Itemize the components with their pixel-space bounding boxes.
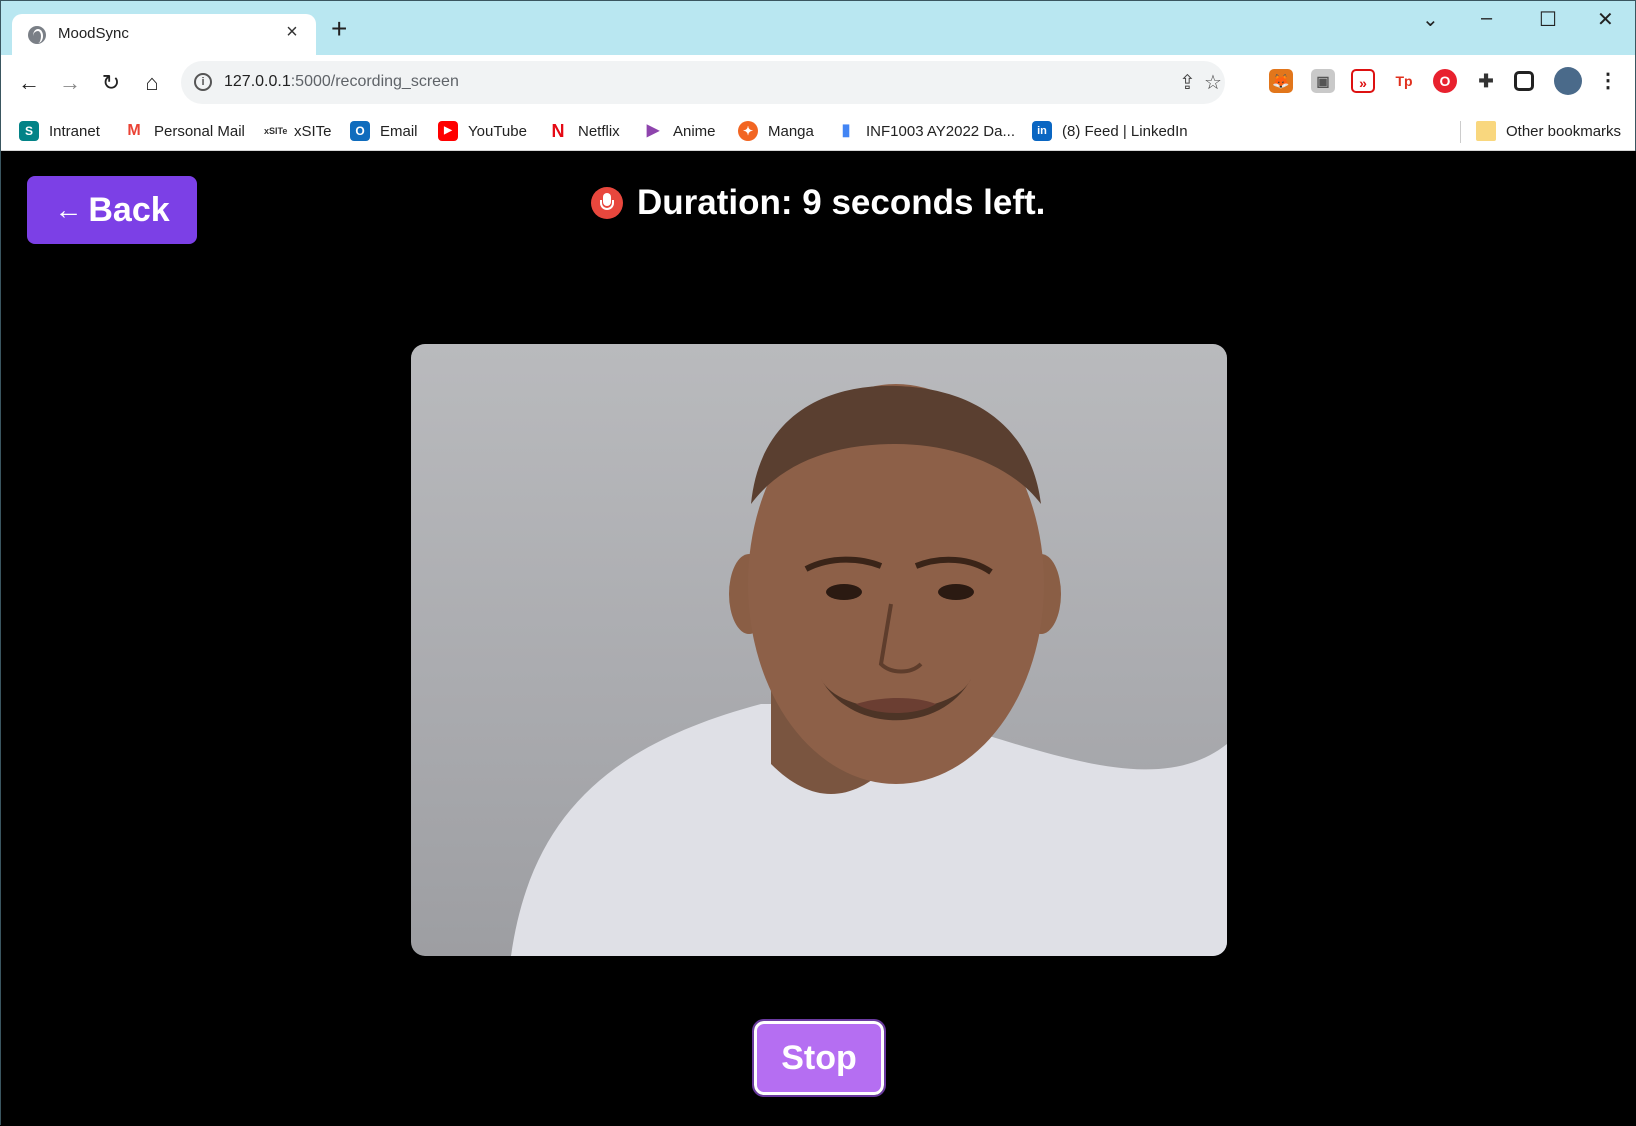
bookmark-netflix[interactable]: N Netflix [548, 119, 620, 143]
reload-icon[interactable]: ↻ [95, 67, 127, 99]
share-icon[interactable]: ⇪ [1179, 70, 1196, 95]
extension-icon[interactable]: ▣ [1311, 69, 1335, 93]
stop-button[interactable]: Stop [752, 1019, 886, 1097]
bookmark-label: Personal Mail [154, 122, 245, 140]
person-photo [511, 384, 1227, 956]
bookmark-label: Other bookmarks [1506, 122, 1622, 140]
netflix-icon: N [548, 121, 568, 141]
bookmark-youtube[interactable]: ▶ YouTube [438, 119, 527, 143]
star-icon[interactable]: ☆ [1204, 70, 1222, 95]
puzzle-icon[interactable]: ✚ [1474, 69, 1498, 93]
manga-icon: ✦ [738, 121, 758, 141]
close-window-icon[interactable]: ✕ [1597, 7, 1614, 32]
recording-screen: ← Back Duration: 9 seconds left. Stop [1, 151, 1636, 1126]
bookmark-label: Netflix [578, 122, 620, 140]
address-bar[interactable]: i 127.0.0.1:5000/recording_screen ⇪ ☆ [181, 61, 1225, 104]
bookmark-label: YouTube [468, 122, 527, 140]
outlook-icon: O [350, 121, 370, 141]
back-button-label: Back [88, 190, 170, 229]
bookmark-label: (8) Feed | LinkedIn [1062, 122, 1188, 140]
bookmark-label: xSITe [294, 122, 332, 140]
bookmark-anime[interactable]: ▶ Anime [643, 119, 716, 143]
bookmark-label: Email [380, 122, 418, 140]
right-eye [938, 584, 974, 600]
bookmark-inf1003[interactable]: ▮ INF1003 AY2022 Da... [836, 119, 1015, 143]
forward-arrow-icon[interactable]: → [54, 67, 86, 99]
browser-window: MoodSync × + ⌄ – ☐ ✕ ← → ↻ ⌂ i 127.0.0.1… [0, 0, 1636, 1126]
bookmark-label: Manga [768, 122, 814, 140]
metamask-icon[interactable]: 🦊 [1269, 69, 1293, 93]
new-tab-button[interactable]: + [331, 15, 347, 43]
tab-moodsync[interactable]: MoodSync × [12, 14, 316, 55]
bookmark-label: Intranet [49, 122, 100, 140]
bookmark-intranet[interactable]: S Intranet [19, 119, 100, 143]
url-text[interactable]: 127.0.0.1:5000/recording_screen [224, 73, 459, 91]
side-panel-icon[interactable] [1514, 71, 1534, 91]
back-arrow-icon[interactable]: ← [13, 67, 45, 99]
tab-title: MoodSync [58, 25, 129, 42]
home-icon[interactable]: ⌂ [136, 67, 168, 99]
bookmark-manga[interactable]: ✦ Manga [738, 119, 814, 143]
back-button[interactable]: ← Back [27, 176, 197, 244]
camera-feed [411, 344, 1227, 956]
bookmark-email[interactable]: O Email [350, 119, 418, 143]
folder-icon [1476, 121, 1496, 141]
duration-text: Duration: 9 seconds left. [637, 183, 1046, 222]
forward-box-icon[interactable]: » [1351, 69, 1375, 93]
play-icon: ▶ [643, 121, 663, 141]
gmail-icon: M [124, 121, 144, 141]
left-arrow-icon: ← [54, 194, 83, 225]
profile-avatar[interactable] [1554, 67, 1582, 95]
youtube-icon: ▶ [438, 121, 458, 141]
microphone-icon [591, 187, 623, 219]
bookmarks-divider [1460, 121, 1461, 143]
linkedin-icon: in [1032, 121, 1052, 141]
opera-icon[interactable]: O [1433, 69, 1457, 93]
tp-icon[interactable]: Tp [1392, 69, 1416, 93]
bookmark-label: Anime [673, 122, 716, 140]
tab-close-icon[interactable]: × [280, 21, 304, 44]
menu-kebab-icon[interactable]: ⋮ [1596, 69, 1620, 93]
sharepoint-icon: S [19, 121, 39, 141]
bookmark-xsite[interactable]: xSITe xSITe [264, 119, 332, 143]
minimize-icon[interactable]: – [1481, 7, 1492, 30]
globe-icon [28, 26, 46, 44]
browser-toolbar: ← → ↻ ⌂ i 127.0.0.1:5000/recording_scree… [1, 55, 1635, 111]
tab-strip: MoodSync × + ⌄ – ☐ ✕ [1, 1, 1635, 55]
left-eye [826, 584, 862, 600]
tab-search-chevron-icon[interactable]: ⌄ [1422, 7, 1439, 32]
maximize-icon[interactable]: ☐ [1539, 7, 1557, 32]
site-info-icon[interactable]: i [194, 73, 212, 91]
bookmark-other[interactable]: Other bookmarks [1476, 119, 1621, 143]
xsite-icon: xSITe [264, 121, 287, 141]
bookmark-personal-mail[interactable]: M Personal Mail [124, 119, 245, 143]
bookmark-label: INF1003 AY2022 Da... [866, 122, 1015, 140]
duration-indicator: Duration: 9 seconds left. [591, 181, 1045, 225]
bar-chart-icon: ▮ [836, 121, 856, 141]
bookmarks-bar: S Intranet M Personal Mail xSITe xSITe O… [1, 111, 1635, 151]
bookmark-linkedin[interactable]: in (8) Feed | LinkedIn [1032, 119, 1188, 143]
